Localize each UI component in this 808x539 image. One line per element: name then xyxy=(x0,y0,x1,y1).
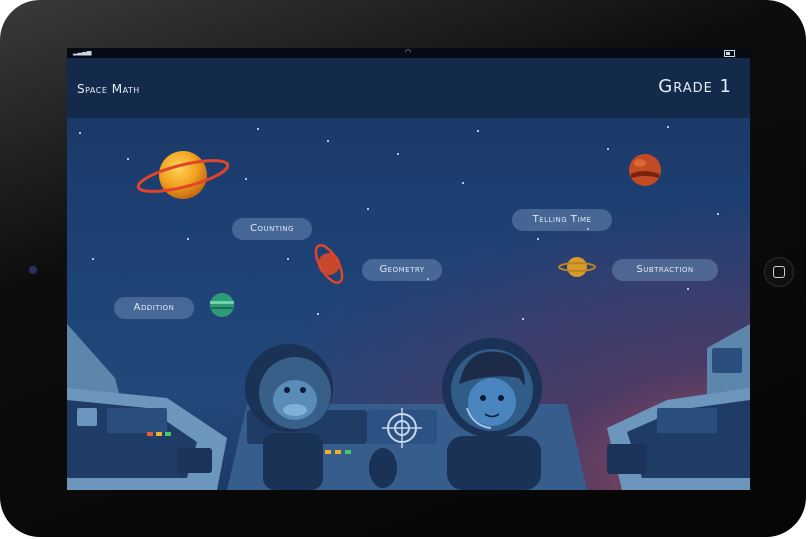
home-button-icon xyxy=(773,266,785,278)
app-screen: ▂▃▄▅ ◠ Space Math Grade 1 Counting Telli… xyxy=(67,48,750,490)
tablet-frame: ▂▃▄▅ ◠ Space Math Grade 1 Counting Telli… xyxy=(0,0,806,537)
camera-icon xyxy=(29,266,37,274)
cockpit-illustration xyxy=(67,324,750,490)
home-button[interactable] xyxy=(764,257,794,287)
